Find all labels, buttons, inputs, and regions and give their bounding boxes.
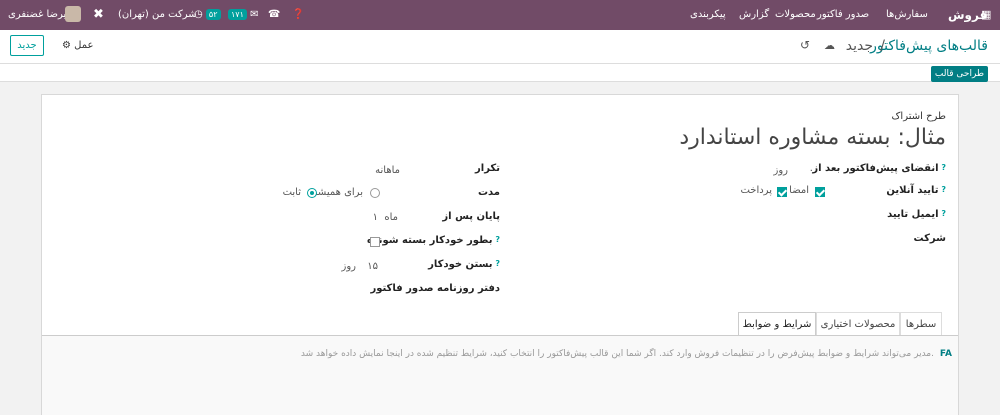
- activity-count-badge: ۵۲: [205, 9, 221, 20]
- gear-icon: ⚙: [62, 40, 71, 51]
- forever-radio[interactable]: [370, 188, 380, 198]
- app-name[interactable]: فروش: [948, 0, 987, 30]
- fixed-label: ثابت: [282, 187, 301, 198]
- invoicing-journal-label: دفتر روزنامه صدور فاکتور: [370, 283, 500, 294]
- recurrence-label: تکرار: [475, 163, 500, 174]
- online-confirmation-label: تایید آنلاین ?: [886, 185, 946, 196]
- forever-label: برای همیشه: [312, 187, 363, 198]
- breadcrumb-separator: /: [880, 38, 885, 54]
- language-badge[interactable]: FA: [940, 349, 952, 359]
- expiry-label: انقضای پیش‌فاکتور بعد از ?: [812, 163, 946, 174]
- recurrence-value[interactable]: ماهانه: [375, 165, 400, 176]
- template-name-input[interactable]: مثال: بسته مشاوره استاندارد: [679, 125, 946, 150]
- discard-icon[interactable]: ↺: [800, 38, 810, 52]
- messages-icon[interactable]: ۱۷۱ ✉: [228, 0, 258, 30]
- phone-icon[interactable]: ☎: [268, 0, 280, 30]
- help-icon: ?: [492, 259, 500, 268]
- message-count-badge: ۱۷۱: [228, 9, 247, 20]
- help-icon: ?: [938, 209, 946, 218]
- avatar[interactable]: [65, 0, 81, 30]
- end-after-value[interactable]: ۱: [373, 212, 378, 223]
- action-label: عمل: [74, 40, 94, 51]
- help-icon[interactable]: ❓: [292, 0, 304, 30]
- auto-close-days-unit: روز: [341, 261, 357, 272]
- sign-label: امضا: [789, 185, 809, 196]
- terms-pane: FA مدیر می‌تواند شرایط و ضوابط پیش‌فرض ر…: [42, 336, 958, 415]
- tools-icon[interactable]: ✖: [93, 0, 104, 30]
- pay-label: پرداخت: [740, 185, 772, 196]
- new-button[interactable]: جدید: [10, 35, 44, 56]
- confirmation-email-label: ایمیل تایید ?: [887, 209, 946, 220]
- sign-checkbox[interactable]: [815, 187, 825, 197]
- menu-configuration[interactable]: پیکربندی: [690, 0, 726, 30]
- end-after-label: پایان پس از: [442, 211, 500, 222]
- breadcrumb-parent[interactable]: قالب‌های پیش‌فاکتور: [870, 38, 988, 54]
- auto-close-checkbox[interactable]: [370, 237, 380, 247]
- duration-label: مدت: [477, 187, 500, 198]
- help-icon: ?: [938, 163, 946, 172]
- design-template-button[interactable]: طراحی قالب: [931, 66, 988, 82]
- menu-products[interactable]: محصولات: [775, 0, 816, 30]
- form-sheet: طرح اشتراک مثال: بسته مشاوره استاندارد ا…: [41, 94, 959, 415]
- auto-close-label: بطور خودکار بسته شونده ?: [367, 235, 500, 246]
- help-icon: ?: [938, 185, 946, 194]
- save-cloud-icon[interactable]: ☁: [824, 39, 835, 52]
- expiry-value[interactable]: ۰: [809, 165, 814, 176]
- activity-icon[interactable]: ◷ ۵۲: [194, 0, 221, 30]
- tab-lines[interactable]: سطرها: [900, 312, 942, 335]
- company-label: شرکت: [913, 233, 946, 244]
- control-panel: قالب‌های پیش‌فاکتور / جدید ☁ ↺ ⚙ عمل جدی…: [0, 30, 1000, 63]
- end-after-unit: ماه: [384, 212, 398, 223]
- auto-close-days-label: بستن خودکار ?: [428, 259, 500, 270]
- terms-placeholder[interactable]: مدیر می‌تواند شرایط و ضوابط پیش‌فرض را د…: [301, 349, 934, 359]
- menu-orders[interactable]: سفارش‌ها: [886, 0, 928, 30]
- tab-terms-conditions[interactable]: شرایط و ضوابط: [738, 312, 816, 336]
- auto-close-days-value[interactable]: ۱۵: [367, 261, 378, 272]
- help-icon: ?: [492, 235, 500, 244]
- pay-checkbox[interactable]: [777, 187, 787, 197]
- fixed-radio[interactable]: [307, 188, 317, 198]
- action-menu[interactable]: ⚙ عمل: [62, 40, 93, 51]
- menu-reporting[interactable]: گزارش: [739, 0, 769, 30]
- subscription-plan-label: طرح اشتراک: [891, 111, 946, 122]
- company-switcher[interactable]: شرکت من (تهران): [118, 0, 197, 30]
- menu-invoicing[interactable]: صدور فاکتور: [817, 0, 869, 30]
- tab-optional-products[interactable]: محصولات اختیاری: [816, 312, 900, 335]
- breadcrumb-current: جدید: [845, 38, 873, 54]
- expiry-unit: روز: [773, 165, 789, 176]
- top-navbar: ▦ فروش سفارش‌ها صدور فاکتور محصولات گزار…: [0, 0, 1000, 30]
- status-bar: [0, 64, 1000, 82]
